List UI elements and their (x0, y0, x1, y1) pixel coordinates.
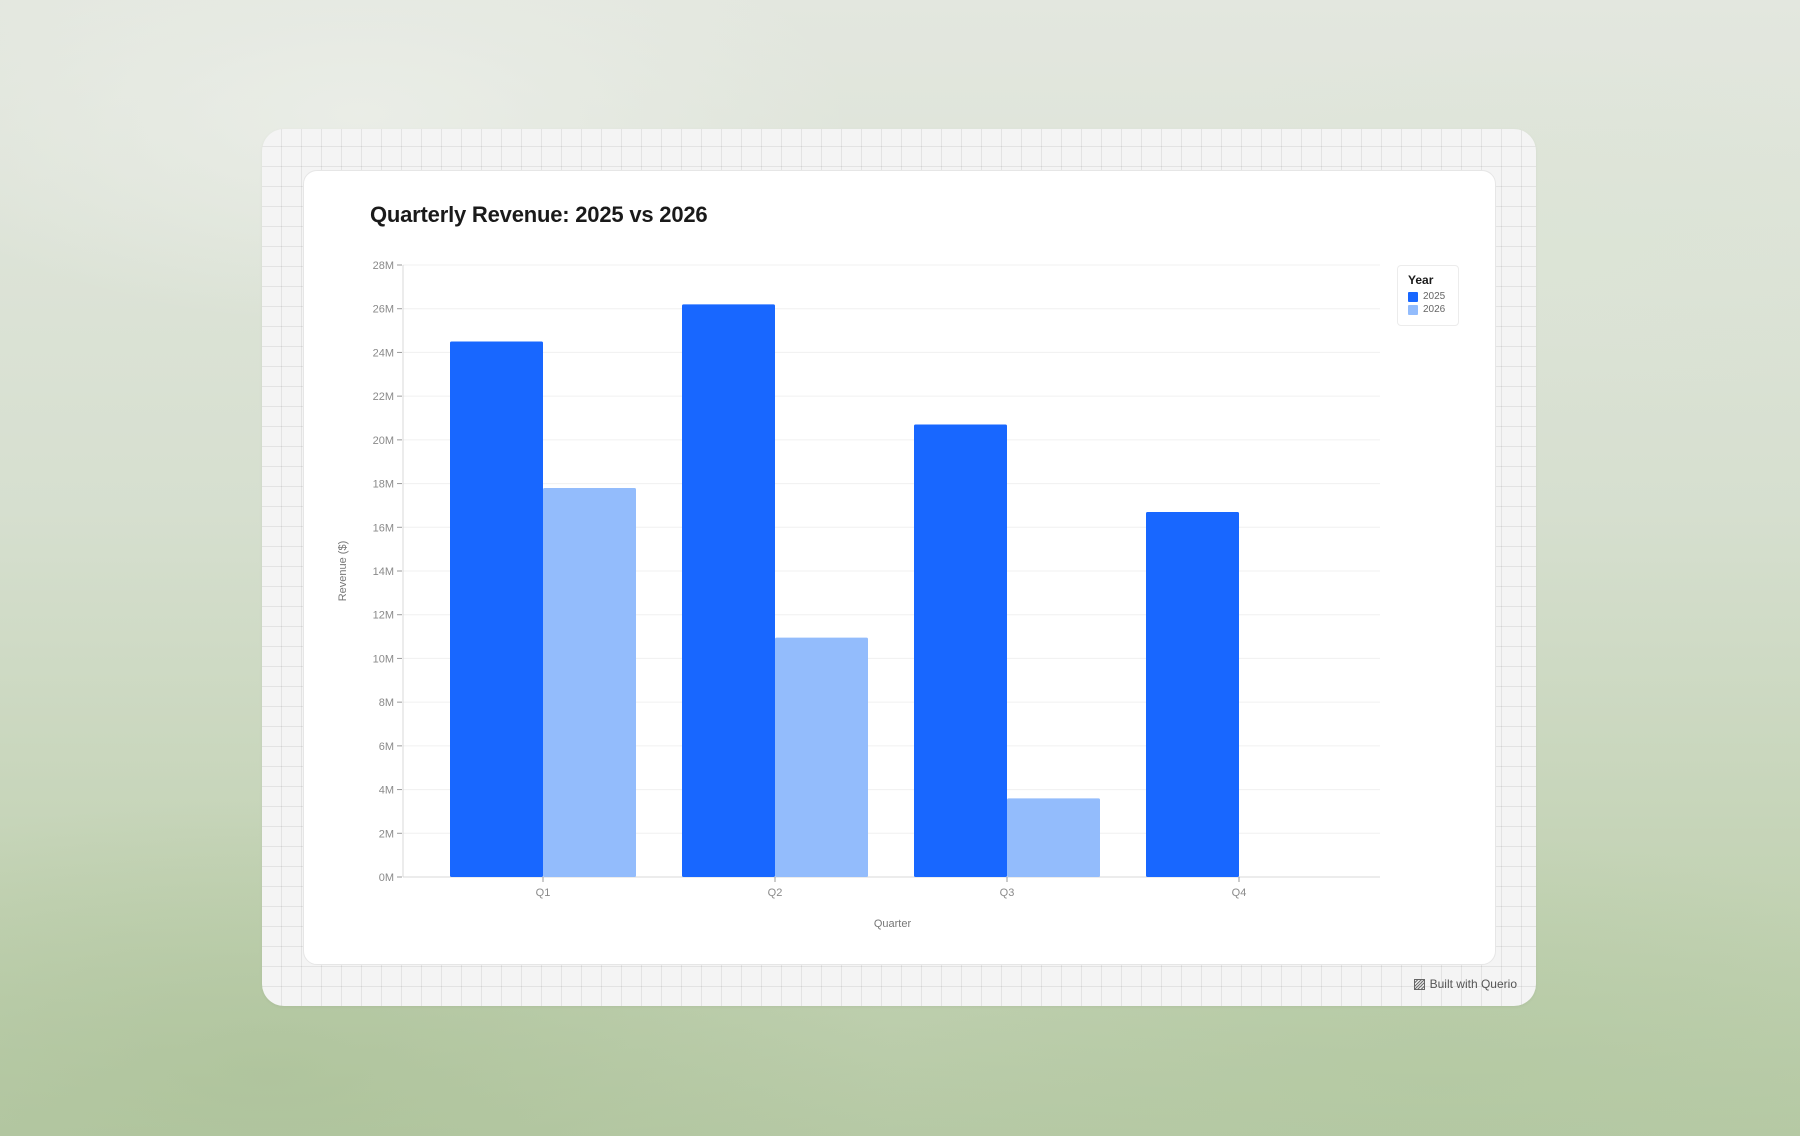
y-tick-label: 10M (373, 653, 394, 665)
bar-2025-q2 (682, 304, 775, 877)
legend-label-2025: 2025 (1423, 291, 1446, 302)
bar-chart: 0M 2M 4M 6M 8M 10M 12M 14M 16M 18M 20M 22M 24M 26M 28M… (337, 260, 1380, 930)
querio-logo-icon (1413, 978, 1425, 990)
bar-2026-q3 (1007, 798, 1100, 877)
y-tick-label: 4M (379, 785, 394, 797)
built-with-querio-link[interactable]: Built with Querio (1413, 977, 1517, 991)
x-tick-label: Q4 (1232, 887, 1247, 899)
legend: Year 2025 2026 (1397, 265, 1459, 326)
x-axis-label: Quarter (874, 918, 912, 930)
y-tick-label: 12M (373, 610, 394, 622)
bar-2025-q1 (450, 341, 543, 877)
bar-2026-q2 (775, 637, 868, 877)
y-tick-label: 28M (373, 260, 394, 272)
y-axis-label: Revenue ($) (337, 541, 349, 602)
x-tick-label: Q3 (1000, 887, 1015, 899)
legend-item-2026[interactable]: 2026 (1408, 303, 1458, 316)
y-tick-label: 14M (373, 566, 394, 578)
legend-label-2026: 2026 (1423, 304, 1446, 315)
x-tick-label: Q1 (536, 887, 551, 899)
y-tick-label: 18M (373, 479, 394, 491)
y-tick-label: 22M (373, 391, 394, 403)
legend-item-2025[interactable]: 2025 (1408, 290, 1458, 303)
y-tick-label: 6M (379, 741, 394, 753)
legend-swatch-2026 (1408, 304, 1418, 315)
footer-credit-text: Built with Querio (1429, 977, 1517, 991)
legend-title: Year (1408, 273, 1434, 287)
bar-2025-q4 (1146, 511, 1239, 877)
y-tick-label: 26M (373, 304, 394, 316)
y-tick-label: 20M (373, 435, 394, 447)
y-tick-label: 8M (379, 697, 394, 709)
y-tick-label: 16M (373, 522, 394, 534)
y-tick-label: 24M (373, 347, 394, 359)
legend-swatch-2025 (1408, 291, 1418, 302)
bar-2025-q3 (914, 424, 1007, 877)
y-tick-label: 2M (379, 828, 394, 840)
x-tick-label: Q2 (768, 887, 783, 899)
bar-2026-q1 (543, 487, 636, 877)
y-tick-label: 0M (379, 872, 394, 884)
